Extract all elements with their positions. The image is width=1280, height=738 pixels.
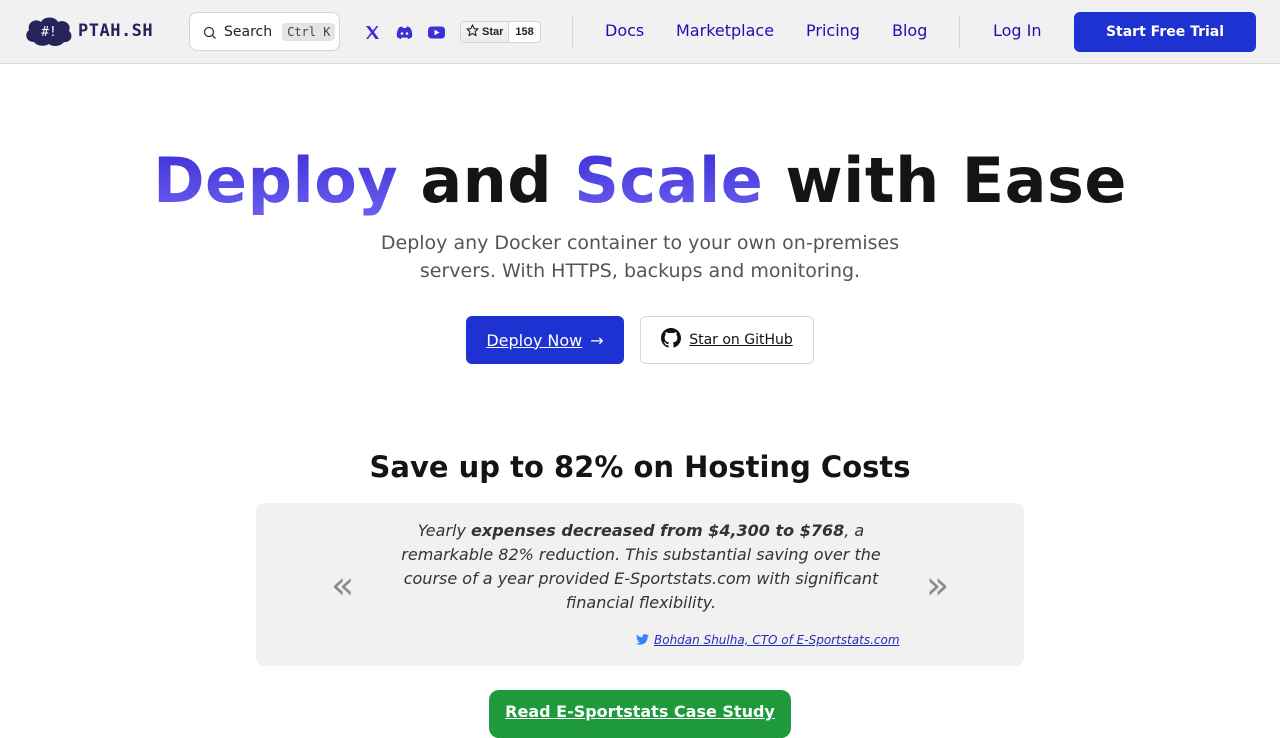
search-button[interactable]: Search Ctrl K — [189, 12, 340, 51]
hero-title: Deploy and Scale with Ease — [153, 144, 1127, 217]
github-star-button[interactable]: Star — [461, 22, 510, 42]
star-on-github-label: Star on GitHub — [689, 332, 793, 348]
testimonial-carousel: « Yearly expenses decreased from $4,300 … — [256, 503, 1024, 666]
svg-text:#!: #! — [41, 25, 57, 40]
testimonial-author: Bohdan Shulha, CTO of E-Sportstats.com — [636, 630, 900, 649]
nav-docs[interactable]: Docs — [605, 21, 644, 40]
nav-blog[interactable]: Blog — [892, 21, 927, 40]
search-icon — [203, 25, 217, 39]
x-icon — [365, 25, 380, 40]
carousel-next-button[interactable]: » — [926, 565, 949, 605]
logo-cloud-icon: #! — [24, 14, 74, 48]
login-link[interactable]: Log In — [993, 21, 1042, 40]
header-divider — [959, 16, 960, 48]
savings-title: Save up to 82% on Hosting Costs — [369, 450, 911, 484]
site-header: #! PTAH.SH Search Ctrl K Star 158 Docs M… — [0, 0, 1280, 64]
star-on-github-button[interactable]: Star on GitHub — [640, 316, 814, 364]
carousel-prev-button[interactable]: « — [331, 565, 354, 605]
read-case-study-button[interactable]: Read E-Sportstats Case Study — [489, 690, 791, 738]
twitter-icon — [636, 630, 649, 649]
nav-marketplace[interactable]: Marketplace — [676, 21, 774, 40]
testimonial-quote: Yearly expenses decreased from $4,300 to… — [401, 521, 881, 612]
deploy-now-button[interactable]: Deploy Now → — [466, 316, 624, 364]
logo-text: PTAH.SH — [78, 21, 154, 41]
youtube-icon — [427, 26, 445, 39]
nav-pricing[interactable]: Pricing — [806, 21, 860, 40]
star-icon — [466, 24, 479, 40]
youtube-link[interactable] — [425, 21, 447, 43]
hero-subtitle: Deploy any Docker container to your own … — [380, 232, 900, 282]
arrow-right-icon: → — [590, 330, 604, 350]
github-star-count[interactable]: 158 — [509, 22, 540, 42]
x-link[interactable] — [361, 21, 383, 43]
search-label: Search — [224, 23, 273, 40]
github-star-label: Star — [482, 26, 504, 38]
testimonial-author-link[interactable]: Bohdan Shulha, CTO of E-Sportstats.com — [654, 633, 900, 647]
header-divider — [572, 16, 573, 48]
github-icon — [661, 328, 682, 352]
logo-link[interactable]: #! PTAH.SH — [24, 14, 153, 48]
start-free-trial-button[interactable]: Start Free Trial — [1074, 12, 1256, 52]
github-star-widget[interactable]: Star 158 — [460, 21, 541, 43]
discord-icon — [396, 26, 413, 39]
search-shortcut: Ctrl K — [282, 22, 336, 41]
discord-link[interactable] — [393, 21, 415, 43]
deploy-now-label: Deploy Now — [486, 330, 583, 350]
